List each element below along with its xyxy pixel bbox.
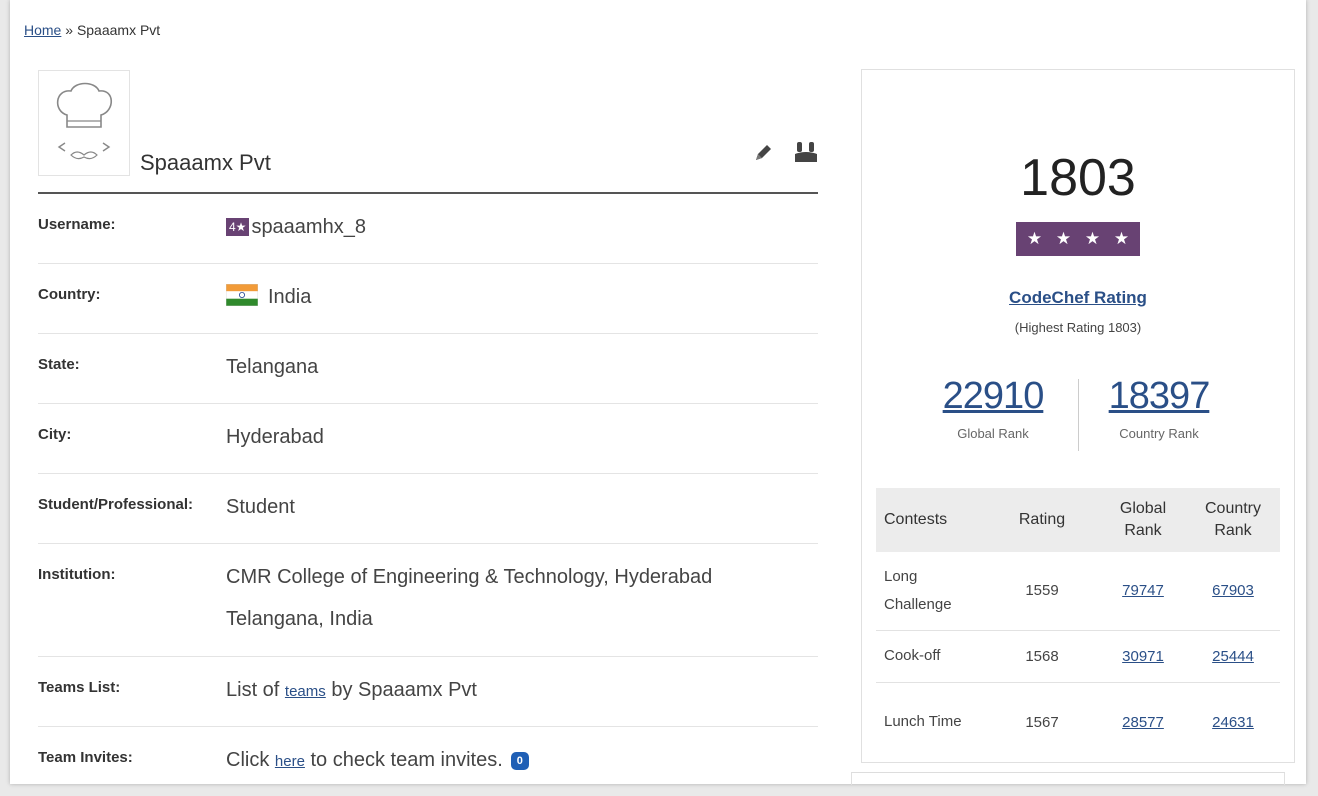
info-row-occupation: Student/Professional: Student (38, 474, 818, 544)
table-row: Lunch Time 1567 28577 24631 (876, 682, 1280, 762)
contest-rating: 1567 (1025, 713, 1059, 731)
username-value: spaaamhx_8 (251, 216, 366, 238)
city-value: Hyderabad (226, 426, 324, 448)
contest-country-rank-link[interactable]: 24631 (1212, 714, 1254, 731)
profile-header: Spaaamx Pvt (38, 70, 818, 194)
star-icon: ★ (1026, 229, 1043, 248)
teams-list-label: Teams List: (38, 679, 121, 696)
table-row: Long Challenge 1559 79747 67903 (876, 552, 1280, 631)
country-rank-link[interactable]: 18397 (1109, 375, 1211, 417)
friends-icon[interactable] (794, 140, 818, 171)
chef-hat-icon (56, 82, 113, 160)
breadcrumb-home-link[interactable]: Home (24, 22, 61, 38)
teams-list-suffix: by Spaaamx Pvt (325, 679, 477, 701)
team-invites-label: Team Invites: (38, 749, 133, 766)
global-rank-link[interactable]: 22910 (943, 375, 1045, 417)
rating-panel: 1803 ★ ★ ★ ★ CodeChef Rating (Highest Ra… (861, 69, 1295, 763)
global-rank-label: Global Rank (957, 426, 1029, 441)
institution-line-2: Telangana, India (226, 608, 373, 630)
info-row-teams-list: Teams List: List of teams by Spaaamx Pvt (38, 657, 818, 727)
institution-value: CMR College of Engineering & Technology,… (226, 556, 712, 640)
occupation-label: Student/Professional: (38, 496, 194, 513)
header-country-rank: Country Rank (1186, 488, 1280, 552)
info-row-country: Country: India (38, 264, 818, 334)
star-rating-badge: 4★ (226, 218, 250, 236)
city-label: City: (38, 426, 72, 443)
star-icon: ★ (1084, 229, 1101, 248)
contest-country-rank-link[interactable]: 25444 (1212, 648, 1254, 665)
contest-global-rank-link[interactable]: 30971 (1122, 648, 1164, 665)
breadcrumb: Home » Spaaamx Pvt (24, 22, 160, 38)
info-row-city: City: Hyderabad (38, 404, 818, 474)
contest-rating: 1559 (984, 552, 1100, 631)
star-icon: ★ (1055, 229, 1072, 248)
info-row-team-invites: Team Invites: Click here to check team i… (38, 727, 818, 796)
avatar (38, 70, 130, 176)
country-label: Country: (38, 286, 101, 303)
star-icon: ★ (1113, 229, 1130, 248)
breadcrumb-separator: » (65, 22, 74, 38)
breadcrumb-current: Spaaamx Pvt (76, 22, 161, 38)
team-invites-suffix: to check team invites. (304, 749, 503, 771)
rating-value: 1803 (1020, 149, 1136, 207)
institution-line-1: CMR College of Engineering & Technology,… (226, 566, 713, 588)
highest-rating: (Highest Rating 1803) (1014, 320, 1142, 335)
teams-list-prefix: List of (226, 679, 285, 701)
username-value-wrap: 4★ spaaamhx_8 (226, 206, 366, 248)
profile-section: Spaaamx Pvt Username: 4★ spaaamhx_8 Coun… (38, 70, 818, 796)
occupation-value: Student (226, 496, 295, 518)
header-contests: Contests (876, 488, 984, 552)
contest-rating: 1568 (984, 630, 1100, 683)
contest-name: Cook-off (876, 630, 984, 683)
info-row-state: State: Telangana (38, 334, 818, 404)
contest-ratings-table: Contests Rating Global Rank Country Rank… (876, 488, 1280, 762)
contest-country-rank-link[interactable]: 67903 (1212, 582, 1254, 599)
info-row-institution: Institution: CMR College of Engineering … (38, 544, 818, 657)
edit-icon[interactable] (752, 142, 774, 169)
profile-name: Spaaamx Pvt (140, 150, 271, 175)
contest-global-rank-link[interactable]: 28577 (1122, 714, 1164, 731)
teams-list-value: List of teams by Spaaamx Pvt (226, 669, 477, 713)
state-value: Telangana (226, 356, 319, 378)
country-rank-label: Country Rank (1119, 426, 1199, 441)
team-invites-prefix: Click (226, 749, 275, 771)
page: Home » Spaaamx Pvt Spaaamx Pvt Username:… (10, 0, 1306, 785)
star-rating: ★ ★ ★ ★ (1016, 222, 1140, 256)
info-row-username: Username: 4★ spaaamhx_8 (38, 194, 818, 264)
next-panel-edge (851, 772, 1285, 785)
codechef-rating-link[interactable]: CodeChef Rating (862, 288, 1294, 308)
table-row: Cook-off 1568 30971 25444 (876, 630, 1280, 683)
global-rank-box: 22910 Global Rank (908, 375, 1078, 441)
invite-count-badge: 0 (510, 752, 529, 770)
teams-link[interactable]: teams (285, 683, 326, 700)
invites-link[interactable]: here (275, 753, 305, 770)
table-header-row: Contests Rating Global Rank Country Rank (876, 488, 1280, 552)
country-value-wrap: India (225, 276, 312, 321)
state-label: State: (38, 356, 80, 373)
header-rating: Rating (984, 488, 1100, 552)
username-label: Username: (38, 216, 116, 233)
country-rank-box: 18397 Country Rank (1074, 375, 1244, 441)
contest-name: Lunch Time (884, 713, 962, 731)
india-flag-icon (225, 279, 259, 321)
institution-label: Institution: (38, 566, 116, 583)
team-invites-value: Click here to check team invites. 0 (226, 739, 529, 783)
country-value: India (268, 286, 312, 308)
contest-global-rank-link[interactable]: 79747 (1122, 582, 1164, 599)
contest-name: Long Challenge (876, 552, 984, 631)
header-global-rank: Global Rank (1100, 488, 1186, 552)
